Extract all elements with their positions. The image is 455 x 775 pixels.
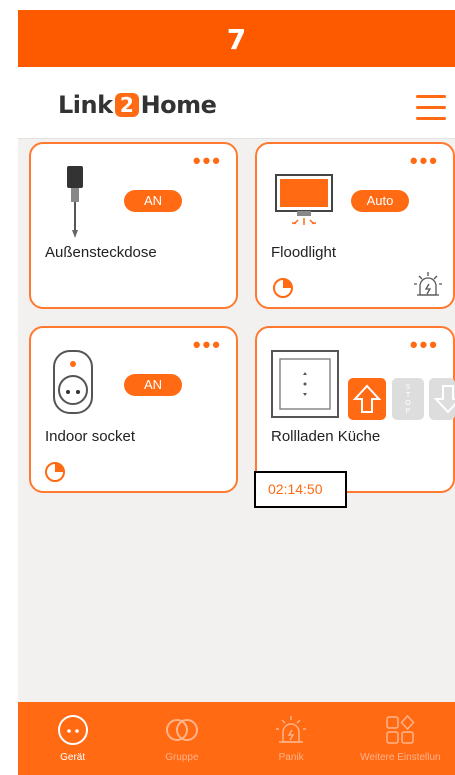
- nav-item-weitere-einstellungen[interactable]: Weitere Einstellun: [346, 702, 455, 775]
- bottom-nav: Gerät Gruppe Panik Weitere Einstellun: [18, 702, 455, 775]
- app-header: Link 2 Home: [18, 67, 455, 139]
- state-pill[interactable]: AN: [124, 374, 182, 396]
- device-card-floodlight[interactable]: ••• Auto Floodlight: [255, 142, 455, 309]
- shutter-down-button[interactable]: [429, 378, 455, 420]
- timer-icon[interactable]: [273, 278, 293, 298]
- nav-label: Panik: [278, 752, 304, 763]
- countdown-timer: 02:14:50: [254, 471, 347, 508]
- nav-label: Gerät: [60, 752, 86, 763]
- up-arrow-icon: [352, 384, 382, 413]
- state-pill[interactable]: Auto: [351, 190, 409, 212]
- app-frame: 7 Link 2 Home ••• AN Außensteckdose ••• …: [18, 10, 455, 775]
- more-options-icon[interactable]: •••: [410, 150, 439, 172]
- timer-icon[interactable]: [45, 462, 65, 482]
- panic-icon: [276, 716, 307, 743]
- indoor-socket-icon: [53, 350, 93, 414]
- nav-item-geraet[interactable]: Gerät: [18, 702, 127, 775]
- device-card-indoor-socket[interactable]: ••• AN Indoor socket: [29, 326, 238, 493]
- settings-grid-icon: [386, 714, 415, 744]
- shutter-up-button[interactable]: [348, 378, 386, 420]
- more-options-icon[interactable]: •••: [410, 334, 439, 356]
- device-name: Rollladen Küche: [271, 428, 381, 445]
- more-options-icon[interactable]: •••: [193, 334, 222, 356]
- link2home-logo: Link 2 Home: [58, 91, 217, 119]
- device-card-aussensteckdose[interactable]: ••• AN Außensteckdose: [29, 142, 238, 309]
- device-name: Floodlight: [271, 244, 337, 261]
- device-name: Außensteckdose: [45, 244, 157, 261]
- device-icon: [57, 715, 88, 745]
- nav-label: Weitere Einstellun: [360, 752, 441, 763]
- nav-label: Gruppe: [165, 752, 199, 763]
- logo-text-right: Home: [140, 91, 217, 119]
- state-pill[interactable]: AN: [124, 190, 182, 212]
- floodlight-icon: [275, 174, 333, 225]
- more-options-icon[interactable]: •••: [193, 150, 222, 172]
- nav-item-gruppe[interactable]: Gruppe: [127, 702, 236, 775]
- status-bar: 7: [18, 10, 455, 67]
- nav-item-panik[interactable]: Panik: [237, 702, 346, 775]
- shutter-stop-button[interactable]: STOP: [392, 378, 424, 420]
- alarm-light-icon[interactable]: [413, 269, 443, 299]
- hamburger-menu-icon[interactable]: [416, 95, 446, 121]
- shutter-switch-icon: [271, 350, 339, 418]
- device-name: Indoor socket: [45, 428, 136, 445]
- outdoor-plug-icon: [67, 166, 83, 238]
- logo-badge: 2: [114, 93, 139, 117]
- down-arrow-icon: [433, 385, 455, 414]
- device-card-rollladen-kueche[interactable]: ••• STOP Rollladen Küche: [255, 326, 455, 493]
- logo-text-left: Link: [58, 91, 113, 119]
- group-icon: [165, 719, 198, 741]
- stop-label: STOP: [405, 384, 411, 415]
